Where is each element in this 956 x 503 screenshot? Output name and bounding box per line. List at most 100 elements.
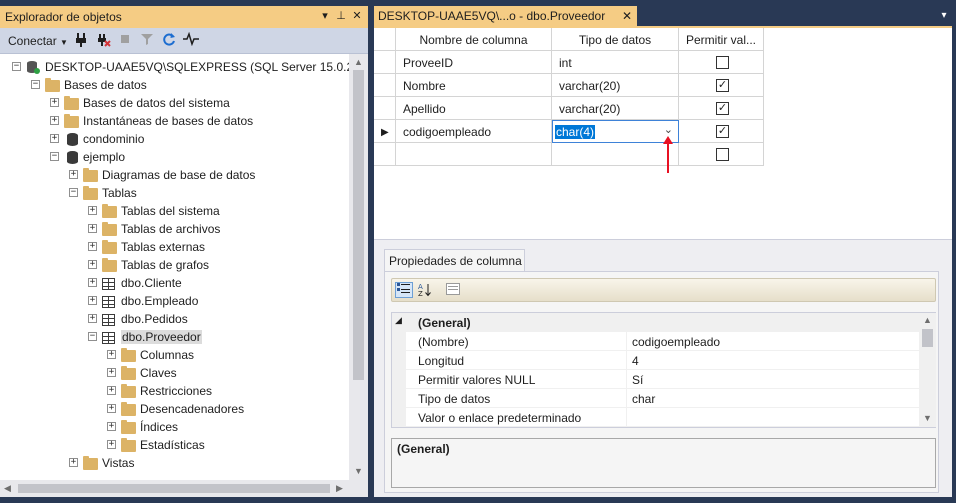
- expand-icon[interactable]: +: [69, 170, 78, 179]
- property-value[interactable]: Sí: [626, 370, 919, 389]
- allow-nulls-checkbox[interactable]: ✓: [716, 79, 729, 92]
- tree-node[interactable]: + Índices: [0, 418, 349, 436]
- tree-node[interactable]: + Instantáneas de bases de datos: [0, 112, 349, 130]
- tree-node[interactable]: + Restricciones: [0, 382, 349, 400]
- pin-icon[interactable]: ⊥: [334, 9, 348, 23]
- row-selector[interactable]: ▶: [374, 120, 396, 143]
- close-icon[interactable]: ✕: [350, 9, 364, 23]
- property-row[interactable]: Permitir valores NULL Sí: [392, 370, 919, 389]
- tab-list-dropdown-icon[interactable]: ▾: [937, 9, 951, 23]
- scroll-down-icon[interactable]: ▼: [923, 413, 932, 423]
- expand-icon[interactable]: +: [88, 260, 97, 269]
- tree-node[interactable]: − DESKTOP-UAAE5VQ\SQLEXPRESS (SQL Server …: [0, 58, 349, 76]
- collapse-icon[interactable]: −: [88, 332, 97, 341]
- row-selector[interactable]: [374, 97, 396, 120]
- tree-node[interactable]: + Tablas de archivos: [0, 220, 349, 238]
- activity-monitor-icon[interactable]: [182, 31, 200, 50]
- tree-vertical-scrollbar[interactable]: ▲ ▼: [349, 54, 368, 480]
- data-type-cell[interactable]: [552, 143, 679, 166]
- tree-node[interactable]: + Diagramas de base de datos: [0, 166, 349, 184]
- tab-column-properties[interactable]: Propiedades de columna: [384, 249, 525, 271]
- property-category-general[interactable]: ◢ (General): [392, 313, 919, 332]
- column-name-cell[interactable]: Nombre: [396, 74, 552, 97]
- collapse-icon[interactable]: −: [12, 62, 21, 71]
- expand-icon[interactable]: +: [50, 98, 59, 107]
- expand-icon[interactable]: +: [88, 242, 97, 251]
- tree-horizontal-scrollbar[interactable]: ◀ ▶: [0, 480, 349, 497]
- tree-node[interactable]: + Bases de datos del sistema: [0, 94, 349, 112]
- document-tab[interactable]: DESKTOP-UAAE5VQ\...o - dbo.Proveedor: [374, 6, 637, 26]
- collapse-icon[interactable]: −: [31, 80, 40, 89]
- tree-node[interactable]: + dbo.Pedidos: [0, 310, 349, 328]
- tree-node[interactable]: + Vistas: [0, 454, 349, 472]
- allow-nulls-checkbox[interactable]: ✓: [716, 125, 729, 138]
- scroll-down-icon[interactable]: ▼: [354, 466, 363, 476]
- tree-node[interactable]: + dbo.Cliente: [0, 274, 349, 292]
- expand-icon[interactable]: +: [88, 296, 97, 305]
- refresh-icon[interactable]: [160, 32, 178, 50]
- data-type-cell[interactable]: varchar(20): [552, 74, 679, 97]
- data-type-dropdown[interactable]: char(4) ⌄: [552, 120, 679, 143]
- expand-icon[interactable]: +: [88, 206, 97, 215]
- table-row[interactable]: ProveeID int: [374, 51, 766, 74]
- row-selector[interactable]: [374, 51, 396, 74]
- data-type-cell[interactable]: int: [552, 51, 679, 74]
- column-name-cell[interactable]: codigoempleado: [396, 120, 552, 143]
- allow-nulls-checkbox[interactable]: [716, 148, 729, 161]
- categorized-icon[interactable]: [395, 282, 413, 298]
- tree-node[interactable]: + Columnas: [0, 346, 349, 364]
- scroll-up-icon[interactable]: ▲: [354, 57, 363, 67]
- tree-vertical-scroll-thumb[interactable]: [353, 70, 364, 380]
- tree-node[interactable]: + dbo.Empleado: [0, 292, 349, 310]
- property-row[interactable]: Longitud 4: [392, 351, 919, 370]
- tree-horizontal-scroll-thumb[interactable]: [18, 484, 330, 493]
- expand-icon[interactable]: +: [88, 314, 97, 323]
- tree-node[interactable]: − Tablas: [0, 184, 349, 202]
- row-selector[interactable]: [374, 143, 396, 166]
- data-type-cell[interactable]: varchar(20): [552, 97, 679, 120]
- property-row[interactable]: Tipo de datos char: [392, 389, 919, 408]
- table-row[interactable]: Nombre varchar(20) ✓: [374, 74, 766, 97]
- expand-icon[interactable]: +: [107, 368, 116, 377]
- column-name-cell[interactable]: [396, 143, 552, 166]
- scroll-left-icon[interactable]: ◀: [4, 483, 11, 494]
- header-column-name[interactable]: Nombre de columna: [396, 28, 552, 51]
- column-name-cell[interactable]: Apellido: [396, 97, 552, 120]
- expand-icon[interactable]: +: [107, 386, 116, 395]
- close-tab-icon[interactable]: ✕: [620, 9, 634, 23]
- tree-node[interactable]: + Claves: [0, 364, 349, 382]
- tree-node[interactable]: + condominio: [0, 130, 349, 148]
- row-selector[interactable]: [374, 74, 396, 97]
- property-grid-scrollbar[interactable]: ▲ ▼: [919, 313, 936, 427]
- allow-nulls-checkbox[interactable]: ✓: [716, 102, 729, 115]
- collapse-icon[interactable]: −: [69, 188, 78, 197]
- connect-plug-icon[interactable]: [72, 32, 90, 50]
- property-value[interactable]: codigoempleado: [626, 332, 919, 351]
- scroll-up-icon[interactable]: ▲: [923, 315, 932, 325]
- expand-icon[interactable]: +: [50, 134, 59, 143]
- tree-node[interactable]: − ejemplo: [0, 148, 349, 166]
- expand-icon[interactable]: +: [107, 404, 116, 413]
- connect-button[interactable]: Conectar ▼: [8, 33, 68, 49]
- tree-node[interactable]: − dbo.Proveedor: [0, 328, 349, 346]
- header-data-type[interactable]: Tipo de datos: [552, 28, 679, 51]
- property-value[interactable]: char: [626, 389, 919, 408]
- scroll-right-icon[interactable]: ▶: [336, 483, 343, 494]
- chevron-down-icon[interactable]: ⌄: [664, 123, 673, 136]
- expand-icon[interactable]: +: [69, 458, 78, 467]
- tree-node[interactable]: + Estadísticas: [0, 436, 349, 454]
- table-row[interactable]: [374, 143, 766, 166]
- disconnect-icon[interactable]: [94, 32, 112, 50]
- table-row[interactable]: Apellido varchar(20) ✓: [374, 97, 766, 120]
- tree-node[interactable]: + Tablas de grafos: [0, 256, 349, 274]
- tree-node[interactable]: + Tablas externas: [0, 238, 349, 256]
- property-row[interactable]: Valor o enlace predeterminado: [392, 408, 919, 427]
- property-value[interactable]: [626, 408, 919, 427]
- window-position-dropdown-icon[interactable]: ▾: [318, 9, 332, 23]
- expand-icon[interactable]: +: [107, 422, 116, 431]
- allow-nulls-checkbox[interactable]: [716, 56, 729, 69]
- table-row[interactable]: ▶ codigoempleado char(4) ⌄ ✓: [374, 120, 766, 143]
- tree-node[interactable]: + Tablas del sistema: [0, 202, 349, 220]
- expand-icon[interactable]: +: [88, 278, 97, 287]
- expand-icon[interactable]: +: [88, 224, 97, 233]
